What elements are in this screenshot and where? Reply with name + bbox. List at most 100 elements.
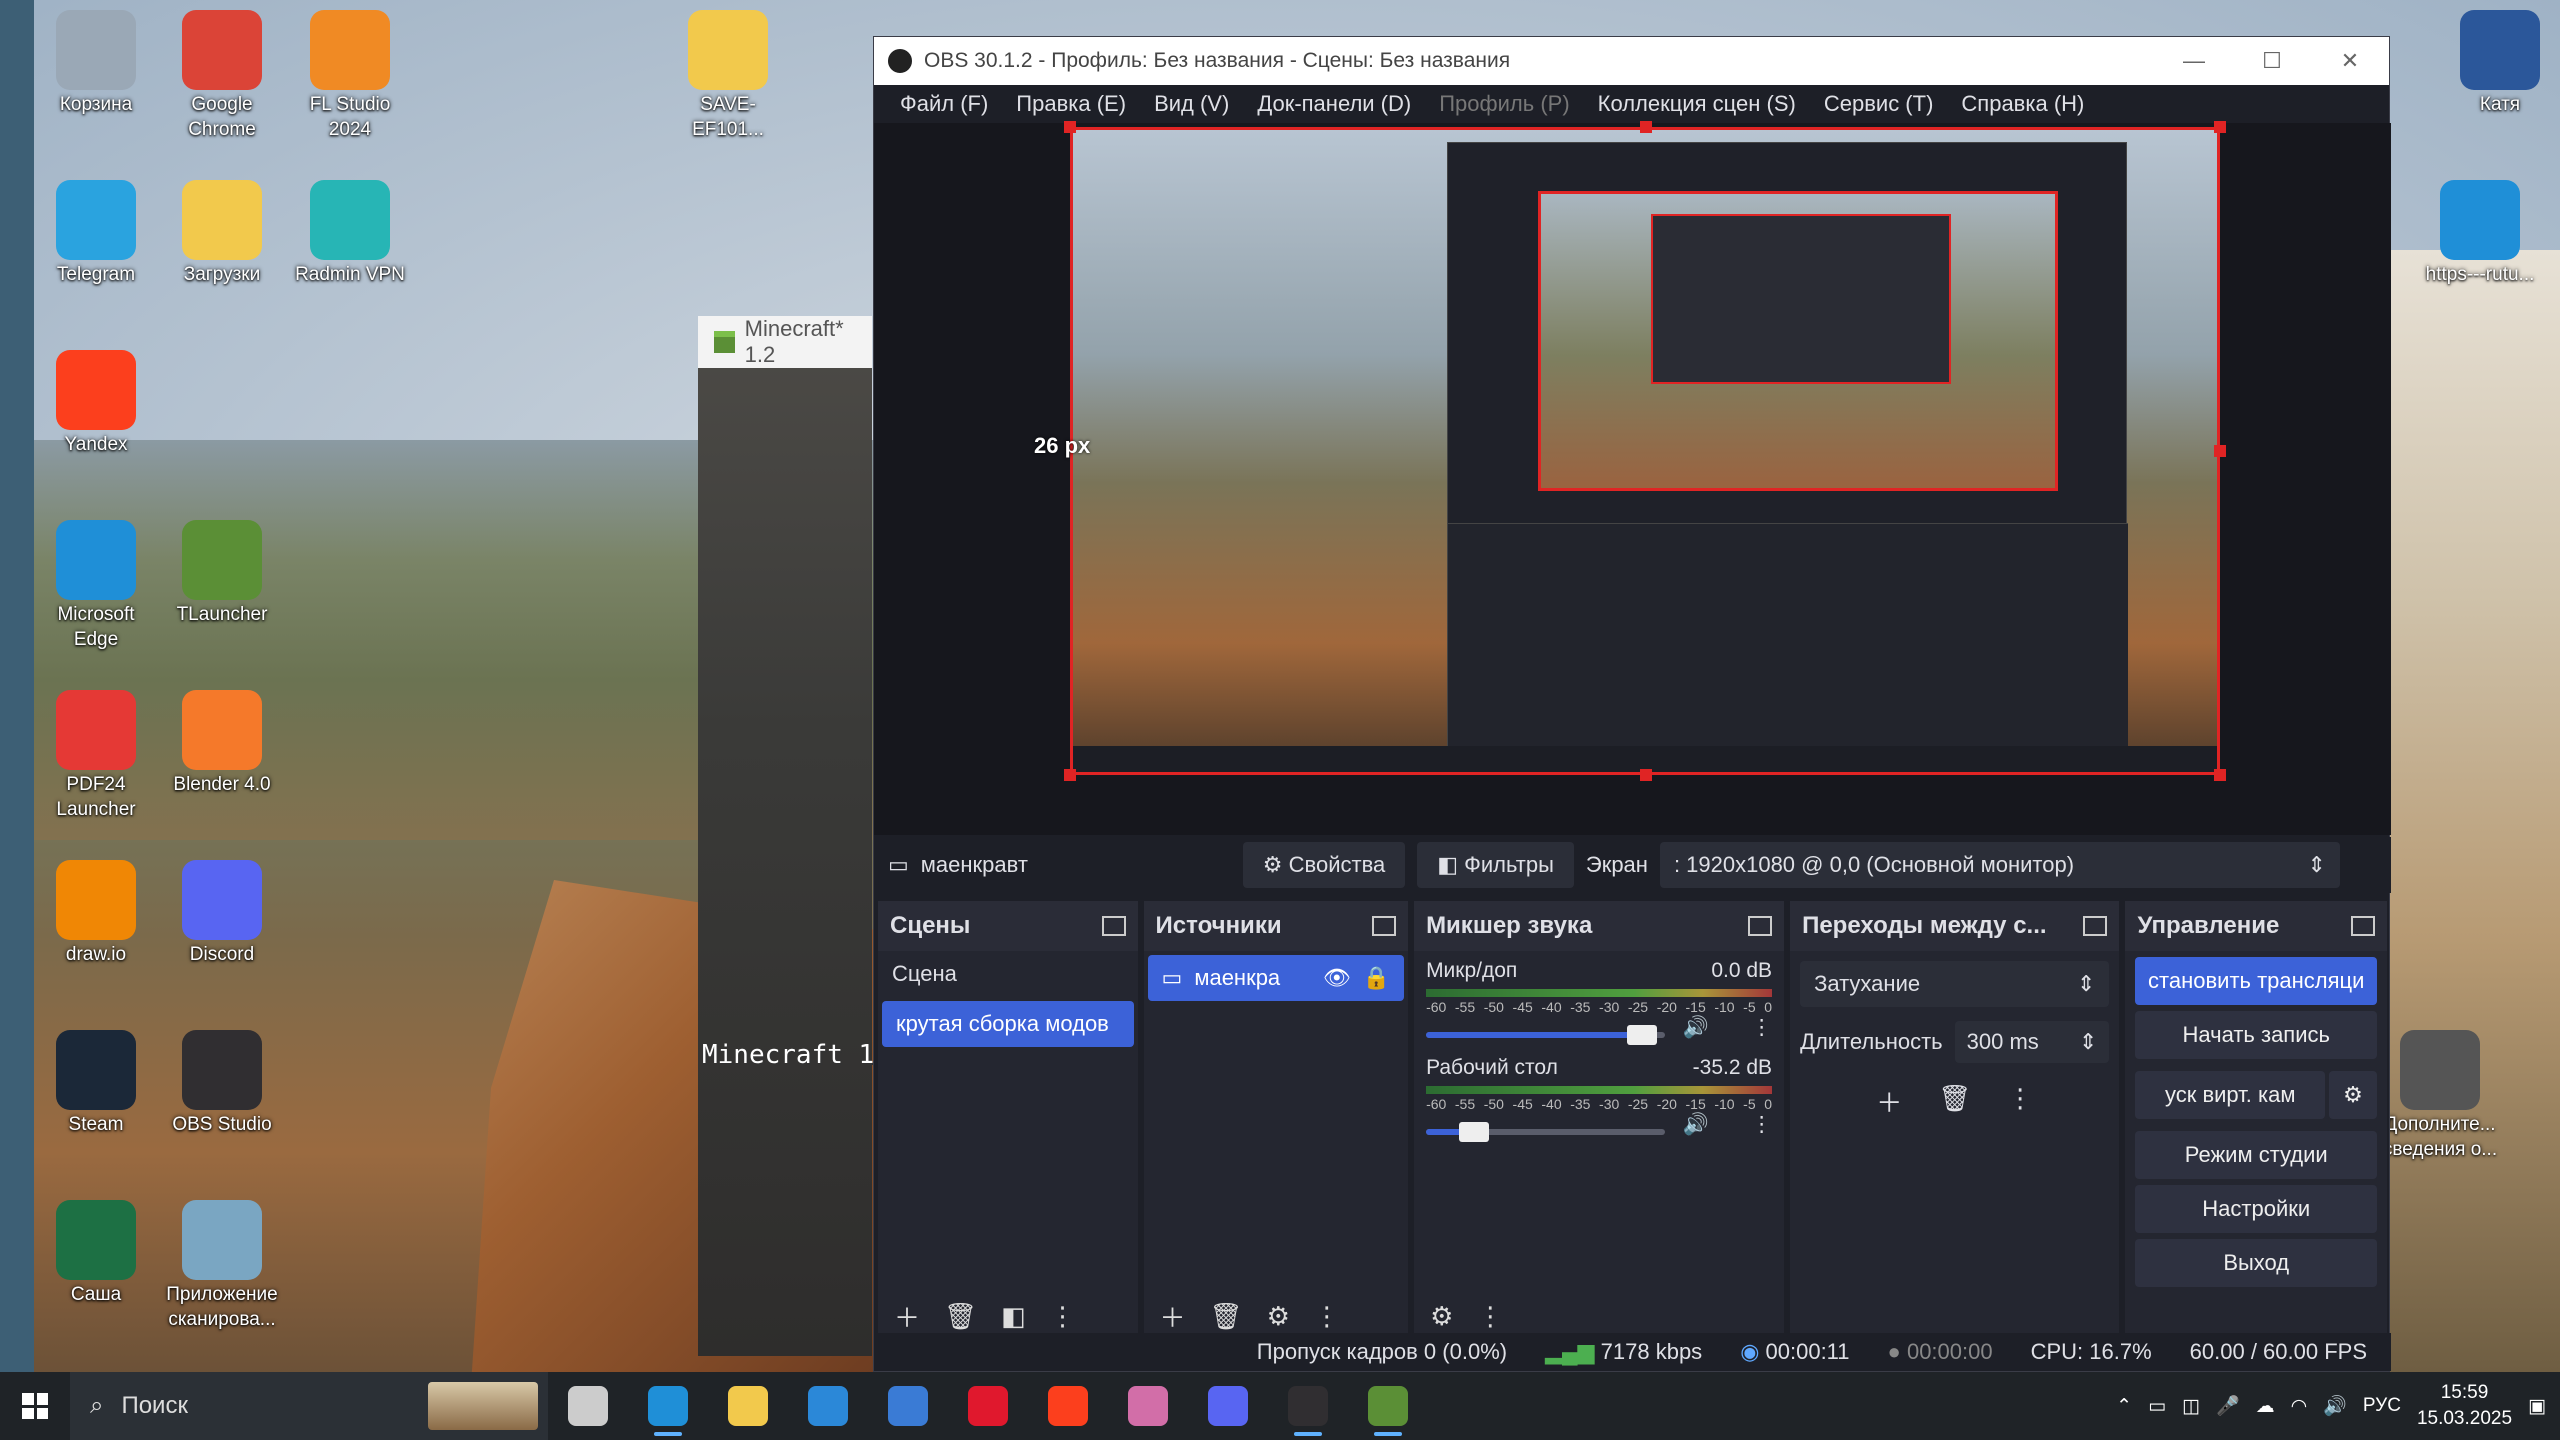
desktop-icon[interactable]: Discord [162, 860, 282, 967]
chevron-up-icon[interactable]: ⌃ [2116, 1395, 2132, 1418]
desktop-icon[interactable]: draw.io [36, 860, 156, 967]
studio-mode-button[interactable]: Режим студии [2135, 1131, 2377, 1179]
properties-button[interactable]: ⚙ Свойства [1242, 842, 1406, 888]
menu-item[interactable]: Правка (E) [1002, 91, 1140, 117]
maximize-button[interactable]: ☐ [2233, 48, 2311, 74]
volume-slider[interactable] [1426, 1024, 1665, 1045]
notification-icon[interactable]: ▣ [2528, 1395, 2546, 1418]
desktop-icon[interactable]: Steam [36, 1030, 156, 1137]
scene-item[interactable]: Сцена [878, 951, 1138, 997]
resize-handle[interactable] [1640, 121, 1652, 133]
desktop-icon[interactable]: Yandex [36, 350, 156, 457]
scene-more-button[interactable]: ⋮ [1050, 1301, 1076, 1332]
scene-filters-button[interactable]: ◧ [1001, 1301, 1026, 1332]
virtual-cam-settings-gear-icon[interactable]: ⚙ [2329, 1071, 2377, 1119]
undock-icon[interactable] [1748, 916, 1773, 936]
desktop-icon[interactable]: Приложение сканирова... [162, 1200, 282, 1332]
filters-button[interactable]: ◧ Фильтры [1417, 842, 1574, 888]
desktop-icon[interactable]: PDF24 Launcher [36, 690, 156, 822]
desktop-icon[interactable]: Катя [2440, 10, 2560, 117]
start-button[interactable] [0, 1393, 70, 1419]
desktop-icon[interactable]: Корзина [36, 10, 156, 117]
taskbar-app[interactable] [1108, 1372, 1188, 1440]
language-indicator[interactable]: РУС [2363, 1395, 2401, 1417]
channel-more-button[interactable]: ⋮ [1751, 1112, 1772, 1137]
screen-select[interactable]: : 1920x1080 @ 0,0 (Основной монитор) ⇕ [1659, 842, 2340, 888]
obs-window[interactable]: OBS 30.1.2 - Профиль: Без названия - Сце… [873, 36, 2391, 1372]
volume-icon[interactable]: 🔊 [2323, 1394, 2347, 1418]
resize-handle[interactable] [2214, 445, 2226, 457]
desktop-icon[interactable]: OBS Studio [162, 1030, 282, 1137]
resize-handle[interactable] [1064, 769, 1076, 781]
desktop-icon[interactable]: SAVE-EF101... [668, 10, 788, 142]
desktop-icon[interactable]: Google Chrome [162, 10, 282, 142]
mixer-more-button[interactable]: ⋮ [1477, 1301, 1503, 1332]
remove-source-button[interactable]: 🗑 [1210, 1301, 1243, 1332]
taskbar-app[interactable] [1268, 1372, 1348, 1440]
close-button[interactable]: ✕ [2311, 48, 2389, 74]
undock-icon[interactable] [1372, 916, 1397, 936]
remove-scene-button[interactable]: 🗑 [944, 1301, 977, 1332]
menu-item[interactable]: Док-панели (D) [1243, 91, 1425, 117]
menu-item[interactable]: Файл (F) [886, 91, 1002, 117]
transition-select[interactable]: Затухание ⇕ [1800, 961, 2110, 1007]
volume-slider[interactable] [1426, 1121, 1665, 1142]
menu-item[interactable]: Сервис (T) [1810, 91, 1948, 117]
virtual-cam-button[interactable]: уск вирт. кам [2135, 1071, 2325, 1119]
taskbar-app[interactable] [548, 1372, 628, 1440]
minecraft-titlebar[interactable]: Minecraft* 1.2 [698, 316, 872, 368]
exit-button[interactable]: Выход [2135, 1239, 2377, 1287]
add-transition-button[interactable]: ＋ [1876, 1083, 1902, 1120]
taskbar-search[interactable]: ⌕ Поиск [70, 1372, 548, 1440]
resize-handle[interactable] [2214, 121, 2226, 133]
undock-icon[interactable] [1101, 916, 1126, 936]
preview-area[interactable] [874, 121, 2391, 835]
desktop-icon[interactable]: Microsoft Edge [36, 520, 156, 652]
taskbar-app[interactable] [1028, 1372, 1108, 1440]
clock[interactable]: 15:59 15.03.2025 [2417, 1380, 2512, 1432]
resize-handle[interactable] [1064, 121, 1076, 133]
desktop-icon[interactable]: Radmin VPN [290, 180, 410, 287]
taskbar-app[interactable] [788, 1372, 868, 1440]
source-properties-button[interactable]: ⚙ [1267, 1301, 1290, 1332]
desktop-icon[interactable]: Telegram [36, 180, 156, 287]
add-source-button[interactable]: ＋ [1160, 1298, 1186, 1335]
menu-item[interactable]: Справка (H) [1947, 91, 2098, 117]
remove-transition-button[interactable]: 🗑 [1938, 1083, 1971, 1120]
taskbar-app[interactable] [948, 1372, 1028, 1440]
channel-more-button[interactable]: ⋮ [1751, 1015, 1772, 1040]
cloud-icon[interactable]: ☁ [2256, 1395, 2275, 1418]
battery-icon[interactable]: ▭ [2148, 1395, 2166, 1418]
speaker-icon[interactable]: 🔊 [1683, 1113, 1709, 1137]
preview-canvas[interactable] [1070, 127, 2220, 775]
desktop-icon[interactable]: Саша [36, 1200, 156, 1307]
resize-handle[interactable] [1640, 769, 1652, 781]
source-item[interactable]: ▭ маенкра 👁 🔒 [1147, 955, 1405, 1001]
add-scene-button[interactable]: ＋ [894, 1298, 920, 1335]
undock-icon[interactable] [2083, 916, 2108, 936]
desktop-icon[interactable]: FL Studio 2024 [290, 10, 410, 142]
obs-titlebar[interactable]: OBS 30.1.2 - Профиль: Без названия - Сце… [874, 37, 2389, 85]
taskbar-app[interactable] [628, 1372, 708, 1440]
visibility-eye-icon[interactable]: 👁 [1323, 965, 1351, 991]
settings-button[interactable]: Настройки [2135, 1185, 2377, 1233]
resize-handle[interactable] [2214, 769, 2226, 781]
start-record-button[interactable]: Начать запись [2135, 1011, 2377, 1059]
lock-icon[interactable]: 🔒 [1363, 965, 1390, 991]
taskbar-app[interactable] [868, 1372, 948, 1440]
undock-icon[interactable] [2351, 916, 2375, 936]
minecraft-window[interactable]: Minecraft* 1.2 [698, 316, 872, 1356]
desktop-icon[interactable]: TLauncher [162, 520, 282, 627]
audio-settings-button[interactable]: ⚙ [1430, 1301, 1453, 1332]
speaker-icon[interactable]: 🔊 [1683, 1016, 1709, 1040]
taskbar-app[interactable] [708, 1372, 788, 1440]
wifi-icon[interactable]: ◠ [2291, 1395, 2308, 1418]
desktop-icon[interactable]: Загрузки [162, 180, 282, 287]
desktop-icon[interactable]: https---rutu... [2420, 180, 2540, 287]
stop-stream-button[interactable]: становить трансляци [2135, 957, 2377, 1005]
camera-icon[interactable]: ◫ [2182, 1395, 2200, 1418]
scene-item[interactable]: крутая сборка модов [882, 1001, 1134, 1047]
transition-more-button[interactable]: ⋮ [2007, 1083, 2033, 1120]
taskbar-app[interactable] [1188, 1372, 1268, 1440]
menu-item[interactable]: Вид (V) [1140, 91, 1243, 117]
